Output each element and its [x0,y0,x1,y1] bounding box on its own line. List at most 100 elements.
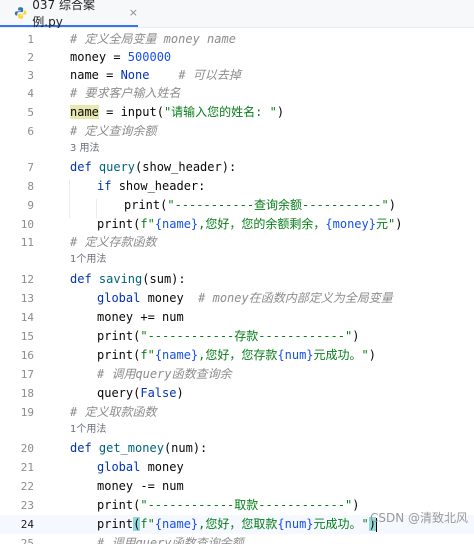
code-line-8[interactable]: 8 if show_header: [0,177,474,196]
string-literal: ,您好，您存款 [198,348,278,362]
code-token: print( [97,217,141,231]
code-line-3[interactable]: 3 name = None # 可以去掉 [0,66,474,85]
code-line-7[interactable]: 7 def query(show_header): [0,158,474,177]
code-line-5[interactable]: 5 name = input("请输入您的姓名: ") [0,103,474,122]
line-number: 18 [20,387,34,400]
code-token: print [97,517,134,531]
line-number: 12 [20,273,34,286]
fstring-field: {money} [325,217,376,231]
line-number: 25 [20,537,34,544]
line-number: 10 [20,218,34,231]
highlighted-variable: name [70,105,99,119]
string-literal: "请输入您的姓名: " [163,105,277,119]
code-line-4[interactable]: 4 # 要求客户输入姓名 [0,84,474,103]
code-token: money -= num [97,479,184,493]
close-tab-icon[interactable]: × [129,6,138,19]
code-line-9[interactable]: 9 print("-----------查询余额-----------") [0,196,474,215]
string-literal: 元成功。" [313,517,369,531]
keyword: global [97,291,148,305]
code-editor[interactable]: 1 # 定义全局变量 money name 2 money = 500000 3… [0,28,474,544]
function-name: get_money [98,441,164,455]
number-literal: 500000 [127,50,172,64]
code-line-21[interactable]: 21 global money [0,458,474,477]
line-number: 21 [20,461,34,474]
keyword: if [97,179,119,193]
code-line-1[interactable]: 1 # 定义全局变量 money name [0,30,474,49]
line-number: 2 [27,51,34,64]
string-literal: "------------存款------------" [140,329,353,343]
code-line-22[interactable]: 22 money -= num [0,477,474,496]
line-number: 4 [27,87,34,100]
comment: # 定义查询余额 [70,124,157,138]
string-literal: "------------取款------------" [140,498,353,512]
code-token: ) [368,348,376,362]
code-token: print( [97,498,141,512]
code-line-17[interactable]: 17 # 调用query函数查询余 [0,365,474,384]
code-token: money += num [97,310,184,324]
code-token: (show_header): [135,160,237,174]
code-token: ) [352,329,360,343]
keyword: def [70,441,99,455]
string-literal: f" [140,217,155,231]
code-line-19[interactable]: 19 # 定义取款函数 [0,403,474,422]
string-literal: 元" [375,217,396,231]
code-line-11[interactable]: 11 # 定义存款函数 [0,233,474,252]
usages-hint[interactable]: 3 用法 [70,140,100,158]
line-number: 5 [27,106,34,119]
line-number: 16 [20,349,34,362]
code-token: print( [97,348,141,362]
code-line-16[interactable]: 16 print(f"{name},您好，您存款{num}元成功。") [0,346,474,365]
editor-tab-bar: 037 综合案例.py × [0,0,474,29]
line-number: 6 [27,125,34,138]
line-number: 11 [20,236,34,249]
line-number: 15 [20,330,34,343]
keyword: None [120,68,150,82]
code-token: name = [70,68,121,82]
code-token: ) [276,105,285,119]
code-token: money [147,291,184,305]
string-literal: 元成功。" [313,348,369,362]
code-token: query( [97,386,141,400]
comment: # 定义存款函数 [70,235,157,249]
line-number: 22 [20,480,34,493]
code-token: print( [124,198,168,212]
code-line-13[interactable]: 13 global money # money在函数内部定义为全局变量 [0,289,474,308]
code-line-20[interactable]: 20 def get_money(num): [0,439,474,458]
code-line-14[interactable]: 14 money += num [0,308,474,327]
code-line-15[interactable]: 15 print("------------存款------------") [0,327,474,346]
code-line-6[interactable]: 6 # 定义查询余额 [0,122,474,141]
code-line-25[interactable]: 25 # 调用query函数查询余额 [0,534,474,544]
code-line-18[interactable]: 18 query(False) [0,384,474,403]
string-literal: ,您好，您的余额剩余， [198,217,326,231]
code-token: ) [388,198,396,212]
line-number: 8 [27,180,34,193]
comment: # money在函数内部定义为全局变量 [183,291,393,305]
fstring-field: {name} [154,517,199,531]
comment: # 定义全局变量 money name [70,32,236,46]
line-number: 1 [27,33,34,46]
code-line-2[interactable]: 2 money = 500000 [0,48,474,67]
usages-hint[interactable]: 1个用法 [70,421,106,439]
line-number: 19 [20,406,34,419]
line-number: 17 [20,368,34,381]
tab-title: 037 综合案例.py [32,0,96,29]
function-name: query [98,160,136,174]
comment: # 要求客户输入姓名 [70,86,181,100]
code-token: ) [395,217,403,231]
watermark: CSDN @清致北风 [369,511,468,525]
line-number: 14 [20,311,34,324]
code-token: money [147,460,184,474]
line-number: 24 [20,518,34,531]
string-literal: ,您好，您取款 [198,517,278,531]
comment: # 可以去掉 [149,68,241,82]
keyword: False [140,386,177,400]
fstring-field: {name} [154,348,199,362]
usages-hint[interactable]: 1个用法 [70,251,106,269]
code-line-12[interactable]: 12 def saving(sum): [0,270,474,289]
file-tab[interactable]: 037 综合案例.py × [0,0,138,29]
code-line-10[interactable]: 10 print(f"{name},您好，您的余额剩余，{money}元") [0,215,474,234]
code-token: (num): [163,441,208,455]
function-name: saving [98,272,143,286]
line-number: 7 [27,161,34,174]
code-token: print( [97,329,141,343]
